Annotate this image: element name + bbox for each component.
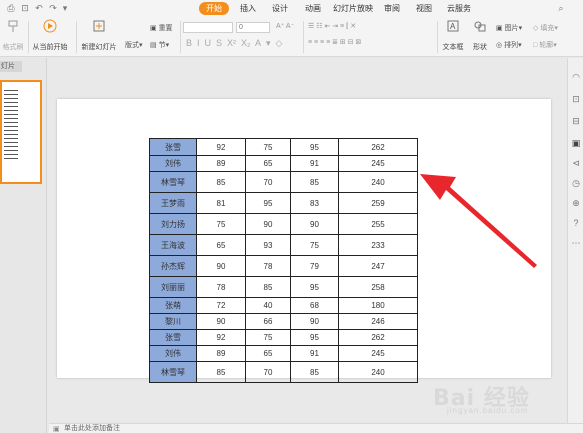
- red-arrow-annotation: [420, 174, 537, 268]
- notes-bar[interactable]: ▣ 单击此处添加备注: [49, 423, 583, 433]
- notes-placeholder: 单击此处添加备注: [64, 425, 120, 432]
- notes-icon: ▣: [53, 426, 60, 433]
- watermark-url: jingyan.baidu.com: [447, 406, 529, 415]
- baidu-watermark: Bai 经验 jingyan.baidu.com: [433, 380, 573, 416]
